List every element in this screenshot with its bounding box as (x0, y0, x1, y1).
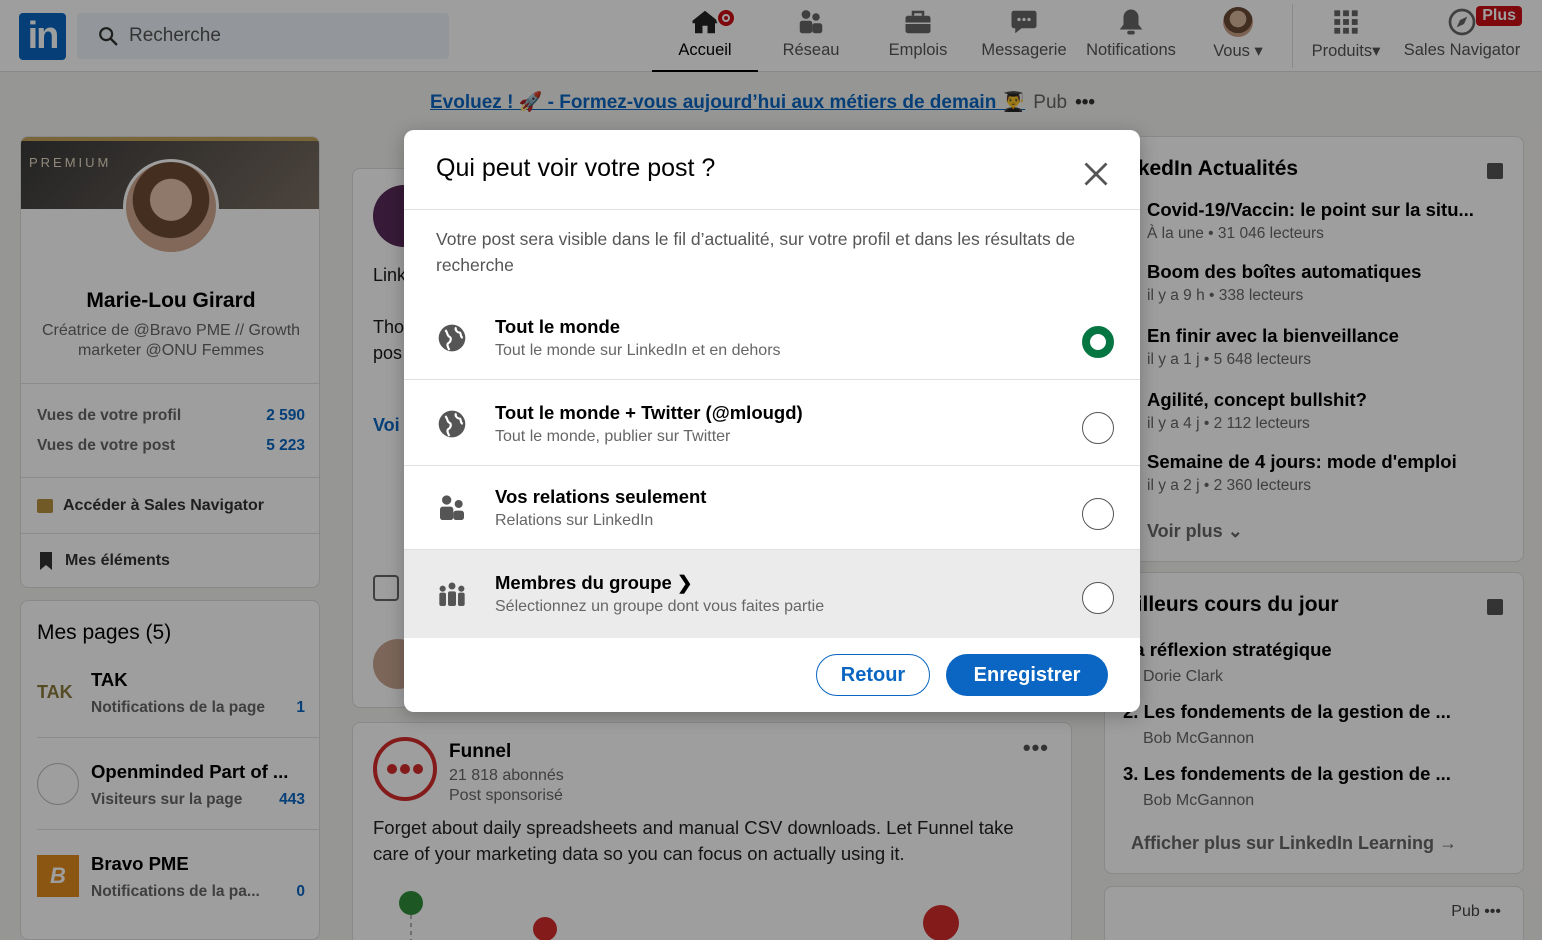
option-title: Tout le monde (495, 316, 621, 337)
post-visibility-dialog: Qui peut voir votre post ? Votre post se… (404, 130, 1140, 712)
save-button[interactable]: Enregistrer (946, 654, 1108, 696)
dialog-description: Votre post sera visible dans le fil d’ac… (436, 229, 1076, 275)
option-subtitle: Sélectionnez un groupe dont vous faites … (495, 598, 825, 615)
option-title: Vos relations seulement (495, 486, 707, 507)
radio-button-selected[interactable] (1082, 326, 1114, 358)
radio-button[interactable] (1082, 498, 1114, 530)
radio-button[interactable] (1082, 412, 1114, 444)
close-icon[interactable] (1078, 156, 1114, 192)
option-title: Tout le monde + Twitter (@mlougd) (495, 402, 803, 423)
globe-icon (438, 324, 466, 352)
dialog-title: Qui peut voir votre post ? (436, 154, 716, 182)
globe-icon (438, 410, 466, 438)
dialog-header: Qui peut voir votre post ? (404, 130, 1140, 210)
group-icon (439, 582, 465, 606)
visibility-option-anyone[interactable]: Tout le monde Tout le monde sur LinkedIn… (404, 294, 1140, 380)
back-button[interactable]: Retour (816, 654, 930, 696)
visibility-option-connections[interactable]: Vos relations seulement Relations sur Li… (404, 466, 1140, 550)
option-subtitle: Tout le monde, publier sur Twitter (495, 428, 731, 445)
radio-button[interactable] (1082, 582, 1114, 614)
option-title: Membres du groupe ❯ (495, 572, 693, 593)
visibility-option-anyone-twitter[interactable]: Tout le monde + Twitter (@mlougd) Tout l… (404, 380, 1140, 466)
visibility-option-group[interactable]: Membres du groupe ❯ Sélectionnez un grou… (404, 550, 1140, 638)
option-subtitle: Tout le monde sur LinkedIn et en dehors (495, 342, 781, 359)
people-icon (440, 495, 464, 520)
option-subtitle: Relations sur LinkedIn (495, 512, 654, 529)
